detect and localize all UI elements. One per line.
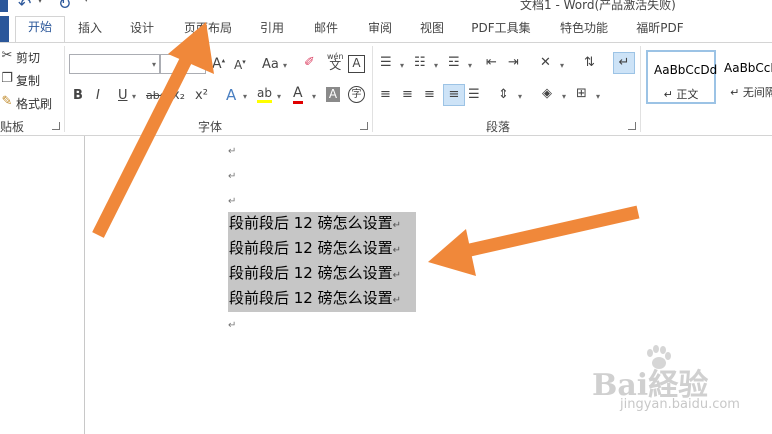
arrow-to-selected-text	[428, 205, 640, 276]
watermark-url: jingyan.baidu.com	[620, 397, 740, 412]
arrow-to-page-layout-tab	[92, 22, 214, 238]
